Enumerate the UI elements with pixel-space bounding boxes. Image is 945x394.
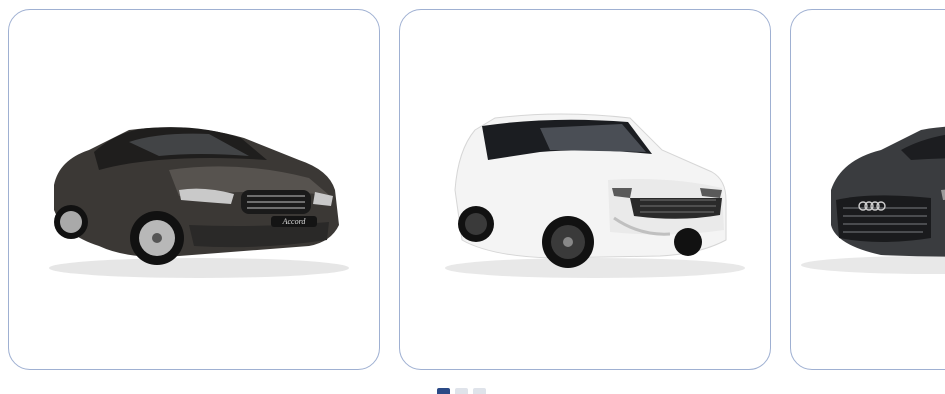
- carousel-pagination: [437, 388, 486, 394]
- car-card-2[interactable]: [399, 9, 771, 370]
- svg-text:Accord: Accord: [282, 217, 307, 226]
- car-carousel: Accord: [0, 0, 945, 394]
- pagination-dot-2[interactable]: [455, 388, 468, 394]
- pagination-dot-3[interactable]: [473, 388, 486, 394]
- car-image-audi-q8: [801, 126, 945, 274]
- car-image-honda-accord: Accord: [49, 127, 349, 278]
- car-card-1[interactable]: Accord: [8, 9, 380, 370]
- pagination-dot-1[interactable]: [437, 388, 450, 394]
- car-image-mitsubishi-outlander: [445, 113, 745, 278]
- car-card-3[interactable]: [790, 9, 945, 370]
